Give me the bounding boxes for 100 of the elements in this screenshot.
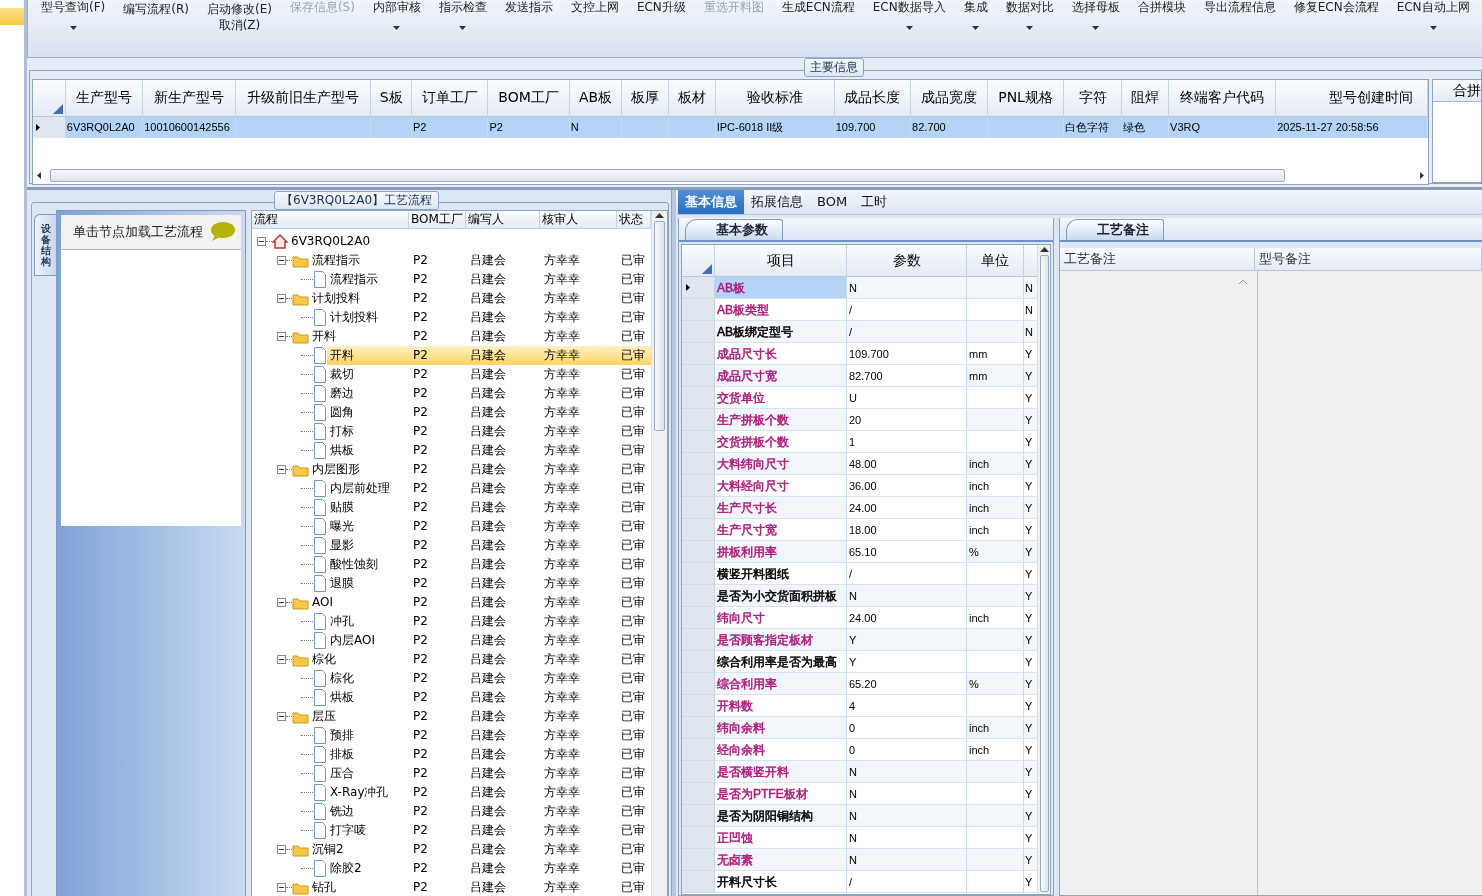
row-header-cell[interactable] [682, 475, 715, 497]
toolbar-button[interactable]: 指示检查 [436, 0, 489, 14]
column-header[interactable]: 工艺备注 [1060, 248, 1256, 270]
tree-item[interactable]: 打字唛 [327, 821, 368, 840]
column-header[interactable]: 生产型号 [65, 80, 144, 117]
tree-item[interactable]: 开料 [327, 346, 409, 365]
tree-item[interactable]: 棕化 [327, 669, 356, 688]
column-header[interactable]: 参数 [847, 245, 967, 277]
tree-item[interactable]: 酸性蚀刻 [327, 555, 380, 574]
row-header-cell[interactable] [682, 497, 715, 519]
list-item-highlight[interactable] [0, 8, 24, 25]
collapse-icon[interactable] [277, 256, 286, 265]
toolbar-button[interactable]: 启动修改(E) [204, 2, 274, 16]
tree-item[interactable]: 6V3RQ0L2A0 [288, 232, 373, 251]
tree-item[interactable]: 计划投料 [327, 308, 380, 327]
column-header[interactable]: 验收标准 [715, 80, 835, 117]
tree-item[interactable]: 打标 [327, 422, 356, 441]
tree-item[interactable]: 预排 [327, 726, 356, 745]
row-header-cell[interactable] [682, 585, 715, 607]
row-header-cell[interactable] [682, 739, 715, 761]
tree-item[interactable]: 烘板 [327, 688, 356, 707]
column-header[interactable]: 板材 [668, 80, 716, 117]
tree-item[interactable]: 层压 [309, 707, 338, 726]
scroll-right-icon[interactable] [1417, 169, 1426, 182]
row-header-cell[interactable] [682, 299, 715, 321]
toolbar-button[interactable]: 生成ECN流程 [779, 0, 857, 14]
toolbar-button[interactable]: ECN数据导入 [870, 0, 948, 14]
toolbar-button[interactable]: 内部审核 [370, 0, 423, 14]
column-header[interactable]: 型号创建时间 [1276, 80, 1428, 117]
collapse-icon[interactable] [277, 294, 286, 303]
vertical-scrollbar[interactable] [1037, 245, 1050, 894]
column-header[interactable]: 字符 [1063, 80, 1123, 117]
tree-item[interactable]: 流程指示 [327, 270, 380, 289]
collapse-icon[interactable] [257, 237, 266, 246]
scrollbar-thumb[interactable] [654, 221, 665, 431]
tree-item[interactable]: 内层AOI [327, 631, 377, 650]
row-header-cell[interactable] [682, 409, 715, 431]
tree-item[interactable]: 铣边 [327, 802, 356, 821]
tree-item[interactable]: 流程指示 [309, 251, 362, 270]
toolbar-button[interactable]: 集成 [961, 0, 990, 14]
column-header[interactable]: 核审人 [540, 211, 617, 228]
side-tab[interactable]: 设备结构 [34, 214, 56, 276]
tree-item[interactable]: 曝光 [327, 517, 356, 536]
row-header-cell[interactable] [682, 607, 715, 629]
tree-item[interactable]: 计划投料 [309, 289, 362, 308]
row-header-cell[interactable] [682, 277, 715, 299]
tree-item[interactable]: AOI [309, 593, 335, 612]
column-header[interactable]: 成品长度 [834, 80, 911, 117]
tab[interactable]: 工时 [854, 190, 895, 214]
tree-item[interactable]: 沉铜2 [309, 840, 346, 859]
column-header[interactable]: 流程 [252, 211, 409, 228]
row-header-cell[interactable] [682, 365, 715, 387]
tree-item[interactable]: X-Ray冲孔 [327, 783, 391, 802]
row-header-cell[interactable] [682, 343, 715, 365]
tree-item[interactable]: 圆角 [327, 403, 356, 422]
tree-item[interactable]: 压合 [327, 764, 356, 783]
column-header[interactable] [682, 245, 715, 277]
row-header-cell[interactable] [682, 761, 715, 783]
column-header[interactable]: 型号备注 [1255, 248, 1482, 270]
tab[interactable]: 工艺备注 [1066, 219, 1164, 240]
tree-item[interactable]: 排板 [327, 745, 356, 764]
row-header-cell[interactable] [682, 695, 715, 717]
row-header-cell[interactable] [682, 871, 715, 893]
toolbar-button[interactable]: 修复ECN会流程 [1291, 0, 1381, 14]
tree-item[interactable]: 退膜 [327, 574, 356, 593]
collapse-icon[interactable] [277, 655, 286, 664]
column-header[interactable]: BOM工厂 [488, 80, 570, 117]
vertical-scrollbar[interactable] [651, 211, 667, 896]
tree-item[interactable]: 除胶2 [327, 859, 364, 878]
tree-item[interactable]: 显影 [327, 536, 356, 555]
row-header-cell[interactable] [682, 387, 715, 409]
row-header-cell[interactable] [682, 651, 715, 673]
column-header[interactable]: 编写人 [466, 211, 540, 228]
tree-item[interactable]: 裁切 [327, 365, 356, 384]
collapse-icon[interactable] [277, 598, 286, 607]
toolbar-button[interactable]: 发送指示 [502, 0, 555, 14]
column-header[interactable]: 订单工厂 [412, 80, 489, 117]
tree-item[interactable]: 开料 [309, 327, 338, 346]
row-header-cell[interactable] [682, 453, 715, 475]
column-header[interactable]: AB板 [569, 80, 623, 117]
collapse-icon[interactable] [277, 883, 286, 892]
collapse-icon[interactable] [277, 332, 286, 341]
row-header-cell[interactable] [33, 117, 66, 138]
tree-item[interactable]: 棕化 [309, 650, 338, 669]
column-header[interactable]: 升级前旧生产型号 [236, 80, 372, 117]
row-header-cell[interactable] [682, 783, 715, 805]
scroll-left-icon[interactable] [35, 169, 44, 182]
toolbar-button[interactable]: 型号查询(F) [39, 0, 108, 14]
row-header-cell[interactable] [682, 673, 715, 695]
collapse-icon[interactable] [277, 465, 286, 474]
column-header[interactable]: 合拼 [1433, 80, 1481, 102]
row-header-cell[interactable] [682, 431, 715, 453]
tree-item[interactable]: 内层图形 [309, 460, 362, 479]
tree-item[interactable]: 烘板 [327, 441, 356, 460]
row-header-cell[interactable] [682, 563, 715, 585]
row-header-cell[interactable] [682, 321, 715, 343]
row-header-cell[interactable] [682, 827, 715, 849]
row-header-cell[interactable] [682, 805, 715, 827]
column-header[interactable]: 板厚 [622, 80, 669, 117]
collapse-icon[interactable] [277, 712, 286, 721]
